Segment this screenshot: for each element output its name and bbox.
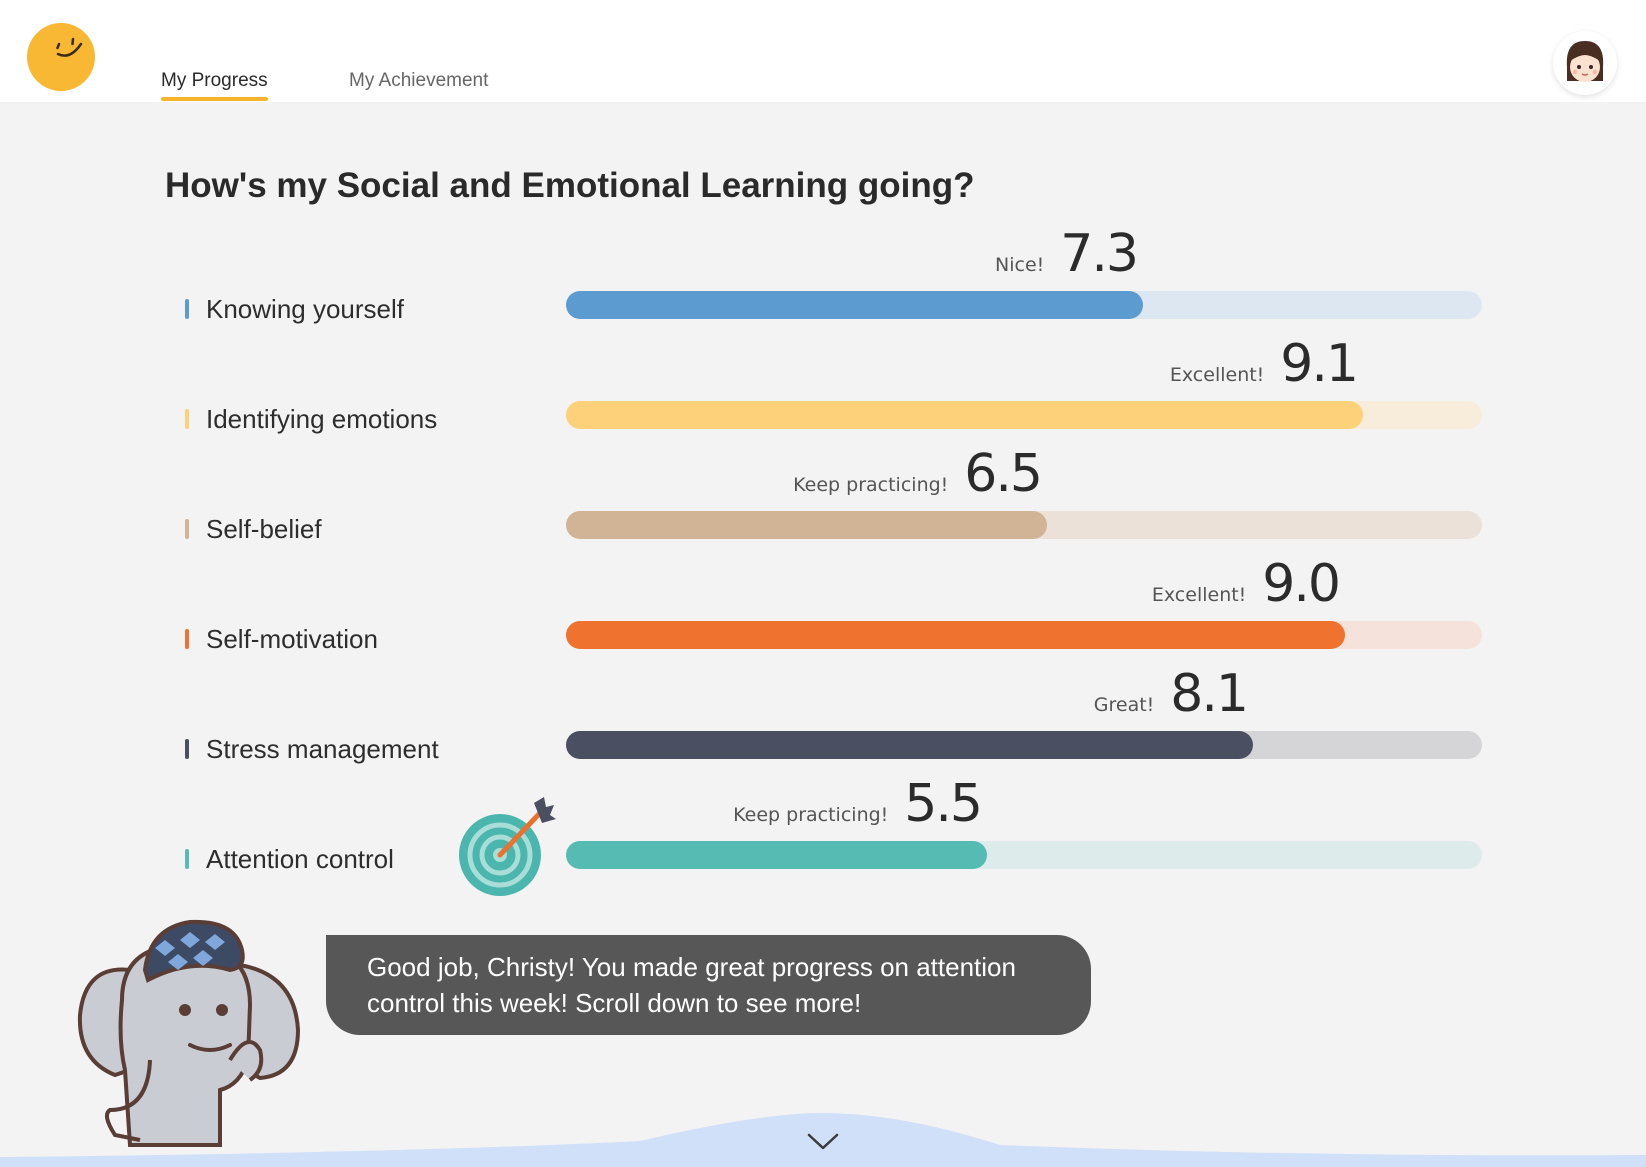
skill-score-group: Excellent! 9.1 [1169, 334, 1359, 394]
score-value: 9.1 [1280, 334, 1359, 394]
score-value: 8.1 [1170, 664, 1249, 724]
progress-bar-track [566, 621, 1482, 649]
progress-bar-fill [566, 291, 1143, 319]
praise-text: Keep practicing! [733, 804, 889, 826]
skill-label: Identifying emotions [206, 404, 438, 434]
skill-score-group: Keep practicing! 5.5 [733, 774, 983, 834]
skill-marker [185, 629, 189, 649]
skill-score-group: Nice! 7.3 [995, 224, 1139, 284]
progress-bar-fill [566, 731, 1253, 759]
skill-score-group: Keep practicing! 6.5 [793, 444, 1043, 504]
page-title: How's my Social and Emotional Learning g… [165, 166, 975, 205]
skill-label: Attention control [206, 844, 394, 874]
praise-text: Excellent! [1151, 584, 1247, 606]
progress-bar-fill [566, 621, 1345, 649]
girl-avatar-icon [1566, 41, 1604, 82]
skill-label: Self-belief [206, 514, 322, 544]
score-value: 7.3 [1060, 224, 1139, 284]
avatar[interactable] [1553, 31, 1617, 95]
praise-text: Great! [1093, 694, 1155, 716]
smiley-logo-icon[interactable] [26, 22, 96, 92]
skill-row-attention-control: Attention control Keep practicing! 5.5 [0, 774, 1646, 900]
tab-label: My Achievement [349, 70, 489, 91]
progress-bar-track [566, 291, 1482, 319]
skill-marker [185, 739, 189, 759]
chevron-down-icon[interactable] [806, 1132, 840, 1152]
skill-label: Knowing yourself [206, 294, 404, 324]
progress-bar-track [566, 401, 1482, 429]
top-nav: My Progress My Achievement [0, 0, 1646, 102]
active-tab-indicator [161, 97, 268, 101]
praise-text: Keep practicing! [793, 474, 949, 496]
skill-row-knowing-yourself: Knowing yourself Nice! 7.3 [0, 224, 1646, 350]
skill-marker [185, 519, 189, 539]
praise-text: Nice! [995, 254, 1045, 276]
skill-score-group: Great! 8.1 [1093, 664, 1249, 724]
tab-my-progress[interactable]: My Progress [161, 70, 268, 101]
skill-row-self-belief: Self-belief Keep practicing! 6.5 [0, 444, 1646, 570]
progress-bar-track [566, 731, 1482, 759]
skill-label: Stress management [206, 734, 439, 764]
progress-bar-track [566, 841, 1482, 869]
progress-bar-fill [566, 401, 1363, 429]
skill-marker [185, 299, 189, 319]
progress-bar-track [566, 511, 1482, 539]
skill-label: Self-motivation [206, 624, 378, 654]
skill-marker [185, 849, 189, 869]
tab-my-achievement[interactable]: My Achievement [349, 70, 488, 92]
praise-text: Excellent! [1169, 364, 1265, 386]
skill-row-self-motivation: Self-motivation Excellent! 9.0 [0, 554, 1646, 680]
target-arrow-icon [459, 797, 556, 896]
score-value: 9.0 [1262, 554, 1341, 614]
score-value: 6.5 [964, 444, 1043, 504]
speech-text: Good job, Christy! You made great progre… [367, 952, 1016, 1018]
skill-marker [185, 409, 189, 429]
mascot-speech-bubble: Good job, Christy! You made great progre… [326, 935, 1091, 1035]
progress-bar-fill [566, 511, 1047, 539]
tab-label: My Progress [161, 70, 268, 91]
progress-bar-fill [566, 841, 987, 869]
skill-score-group: Excellent! 9.0 [1151, 554, 1341, 614]
score-value: 5.5 [904, 774, 983, 834]
